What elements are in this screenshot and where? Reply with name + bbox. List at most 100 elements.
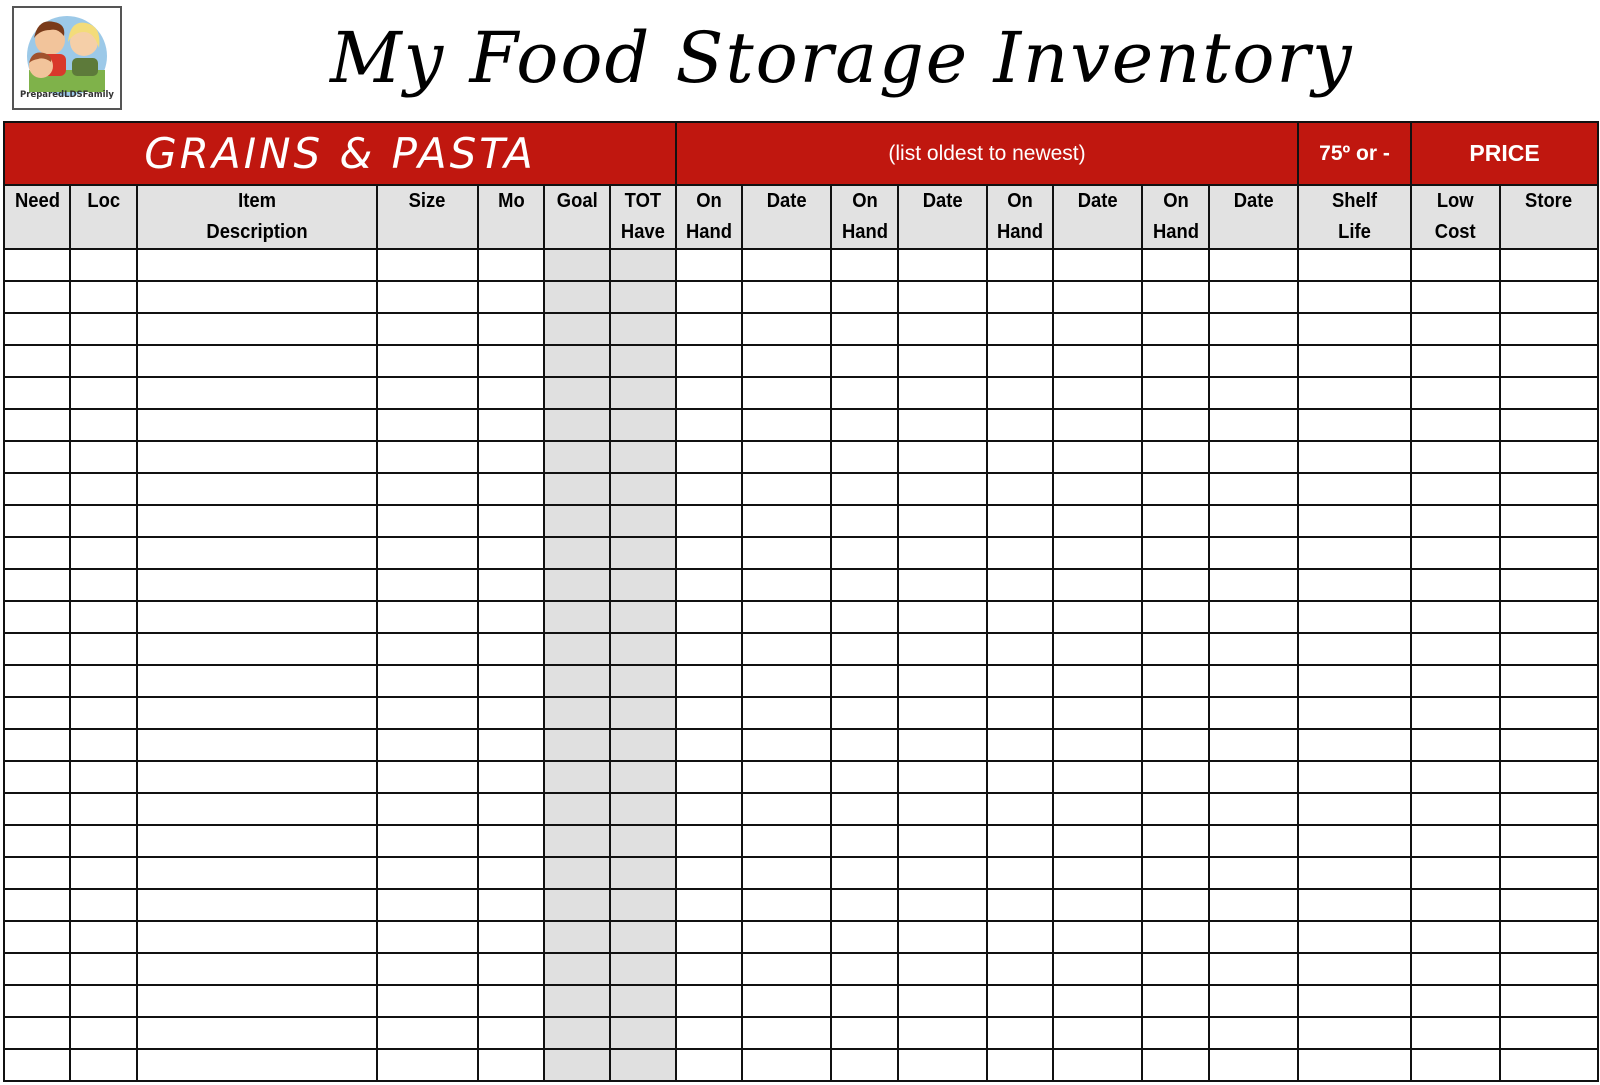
cell-need[interactable] bbox=[3, 408, 71, 442]
cell-loc[interactable] bbox=[69, 920, 138, 954]
cell-on-hand[interactable] bbox=[986, 952, 1055, 986]
cell-on-hand[interactable] bbox=[986, 440, 1055, 474]
cell-goal[interactable] bbox=[543, 344, 611, 378]
cell-mo[interactable] bbox=[477, 632, 545, 666]
cell-mo[interactable] bbox=[477, 536, 545, 570]
cell-store[interactable] bbox=[1499, 536, 1600, 570]
cell-on-hand[interactable] bbox=[1141, 856, 1211, 890]
cell-need[interactable] bbox=[3, 728, 71, 762]
cell-shelf-life[interactable] bbox=[1297, 1016, 1413, 1050]
cell-need[interactable] bbox=[3, 248, 71, 282]
cell-date[interactable] bbox=[897, 1048, 989, 1082]
cell-loc[interactable] bbox=[69, 856, 138, 890]
cell-date[interactable] bbox=[897, 664, 989, 698]
cell-item-description[interactable] bbox=[136, 472, 378, 506]
cell-on-hand[interactable] bbox=[675, 984, 744, 1018]
cell-item-description[interactable] bbox=[136, 248, 378, 282]
cell-date[interactable] bbox=[897, 600, 989, 634]
cell-on-hand[interactable] bbox=[986, 280, 1055, 314]
cell-on-hand[interactable] bbox=[675, 856, 744, 890]
cell-date[interactable] bbox=[1208, 280, 1300, 314]
cell-goal[interactable] bbox=[543, 952, 611, 986]
cell-low-cost[interactable] bbox=[1410, 792, 1502, 826]
cell-tot-have[interactable] bbox=[608, 856, 678, 890]
cell-on-hand[interactable] bbox=[830, 664, 900, 698]
cell-on-hand[interactable] bbox=[830, 312, 900, 346]
cell-on-hand[interactable] bbox=[986, 504, 1055, 538]
cell-size[interactable] bbox=[376, 1048, 479, 1082]
cell-date[interactable] bbox=[1052, 920, 1144, 954]
cell-on-hand[interactable] bbox=[1141, 536, 1211, 570]
cell-date[interactable] bbox=[1208, 984, 1300, 1018]
cell-tot-have[interactable] bbox=[608, 440, 678, 474]
cell-date[interactable] bbox=[1052, 856, 1144, 890]
cell-date[interactable] bbox=[1052, 504, 1144, 538]
cell-on-hand[interactable] bbox=[830, 1048, 900, 1082]
cell-item-description[interactable] bbox=[136, 664, 378, 698]
cell-on-hand[interactable] bbox=[675, 696, 744, 730]
cell-date[interactable] bbox=[1052, 376, 1144, 410]
cell-goal[interactable] bbox=[543, 728, 611, 762]
cell-need[interactable] bbox=[3, 312, 71, 346]
cell-low-cost[interactable] bbox=[1410, 600, 1502, 634]
cell-store[interactable] bbox=[1499, 280, 1600, 314]
cell-shelf-life[interactable] bbox=[1297, 1048, 1413, 1082]
cell-shelf-life[interactable] bbox=[1297, 984, 1413, 1018]
cell-low-cost[interactable] bbox=[1410, 568, 1502, 602]
cell-date[interactable] bbox=[897, 888, 989, 922]
cell-store[interactable] bbox=[1499, 952, 1600, 986]
cell-low-cost[interactable] bbox=[1410, 1016, 1502, 1050]
cell-date[interactable] bbox=[1052, 344, 1144, 378]
cell-low-cost[interactable] bbox=[1410, 280, 1502, 314]
cell-size[interactable] bbox=[376, 536, 479, 570]
cell-date[interactable] bbox=[1052, 792, 1144, 826]
cell-item-description[interactable] bbox=[136, 568, 378, 602]
cell-tot-have[interactable] bbox=[608, 824, 678, 858]
cell-date[interactable] bbox=[1052, 280, 1144, 314]
cell-need[interactable] bbox=[3, 344, 71, 378]
cell-low-cost[interactable] bbox=[1410, 632, 1502, 666]
cell-need[interactable] bbox=[3, 952, 71, 986]
cell-item-description[interactable] bbox=[136, 536, 378, 570]
cell-mo[interactable] bbox=[477, 824, 545, 858]
cell-size[interactable] bbox=[376, 952, 479, 986]
cell-shelf-life[interactable] bbox=[1297, 600, 1413, 634]
cell-date[interactable] bbox=[741, 248, 833, 282]
cell-low-cost[interactable] bbox=[1410, 376, 1502, 410]
cell-store[interactable] bbox=[1499, 440, 1600, 474]
cell-on-hand[interactable] bbox=[986, 1048, 1055, 1082]
cell-date[interactable] bbox=[1052, 952, 1144, 986]
cell-store[interactable] bbox=[1499, 344, 1600, 378]
cell-on-hand[interactable] bbox=[675, 536, 744, 570]
cell-on-hand[interactable] bbox=[830, 984, 900, 1018]
cell-low-cost[interactable] bbox=[1410, 952, 1502, 986]
cell-store[interactable] bbox=[1499, 600, 1600, 634]
cell-goal[interactable] bbox=[543, 472, 611, 506]
cell-on-hand[interactable] bbox=[986, 408, 1055, 442]
cell-item-description[interactable] bbox=[136, 984, 378, 1018]
cell-date[interactable] bbox=[1052, 248, 1144, 282]
cell-date[interactable] bbox=[897, 632, 989, 666]
cell-on-hand[interactable] bbox=[986, 344, 1055, 378]
cell-tot-have[interactable] bbox=[608, 1048, 678, 1082]
cell-date[interactable] bbox=[741, 440, 833, 474]
cell-on-hand[interactable] bbox=[986, 632, 1055, 666]
cell-date[interactable] bbox=[741, 920, 833, 954]
cell-on-hand[interactable] bbox=[830, 760, 900, 794]
cell-goal[interactable] bbox=[543, 376, 611, 410]
cell-on-hand[interactable] bbox=[986, 312, 1055, 346]
cell-on-hand[interactable] bbox=[1141, 344, 1211, 378]
cell-on-hand[interactable] bbox=[1141, 472, 1211, 506]
cell-low-cost[interactable] bbox=[1410, 920, 1502, 954]
cell-item-description[interactable] bbox=[136, 824, 378, 858]
cell-need[interactable] bbox=[3, 696, 71, 730]
cell-date[interactable] bbox=[1208, 632, 1300, 666]
cell-on-hand[interactable] bbox=[830, 728, 900, 762]
cell-on-hand[interactable] bbox=[830, 1016, 900, 1050]
cell-date[interactable] bbox=[1208, 696, 1300, 730]
cell-date[interactable] bbox=[741, 568, 833, 602]
cell-store[interactable] bbox=[1499, 376, 1600, 410]
cell-low-cost[interactable] bbox=[1410, 728, 1502, 762]
cell-shelf-life[interactable] bbox=[1297, 472, 1413, 506]
cell-shelf-life[interactable] bbox=[1297, 792, 1413, 826]
